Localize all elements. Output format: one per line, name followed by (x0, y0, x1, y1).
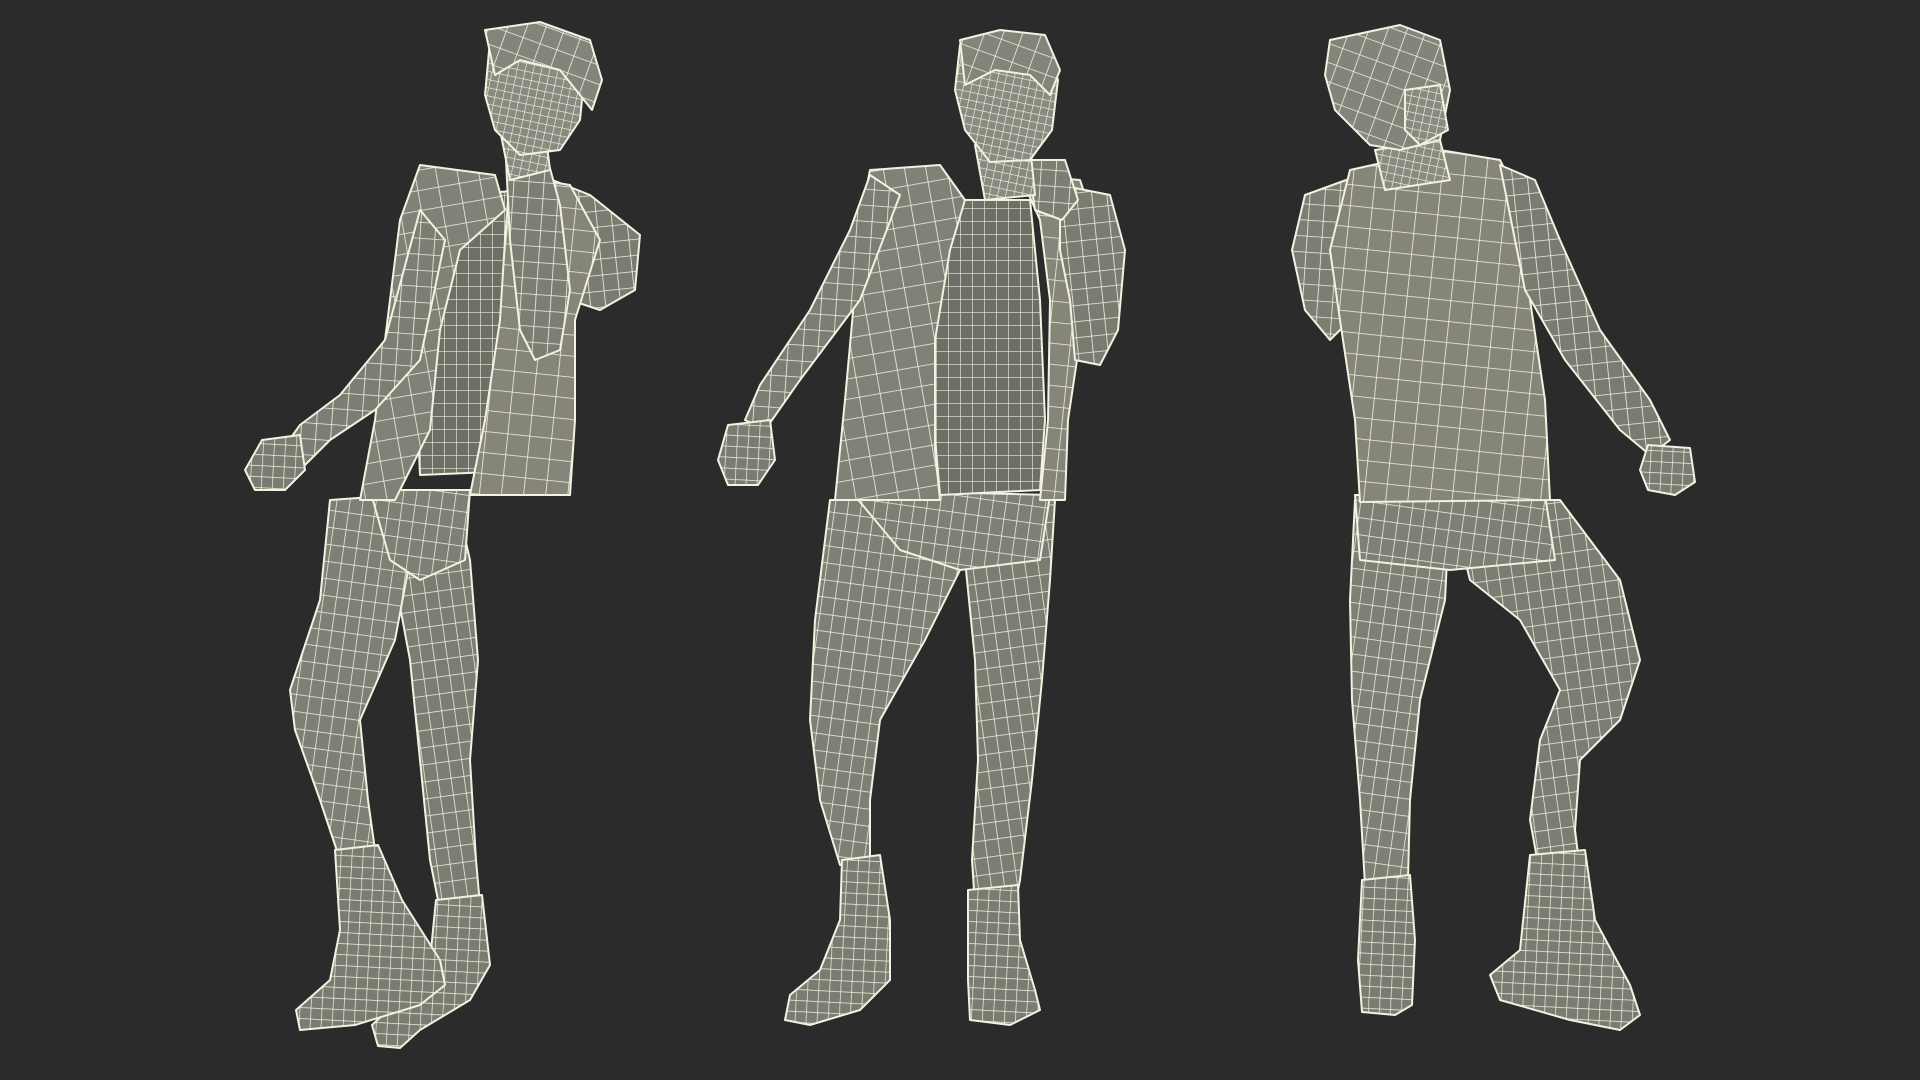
figure-front-view (717, 29, 1126, 1026)
figure-three-quarter-view (244, 21, 641, 1049)
figure3-left-boot (1357, 874, 1416, 1016)
figure1-left-boot (295, 844, 446, 1031)
wireframe-render-viewport (0, 0, 1920, 1080)
figure2-right-boot (967, 884, 1041, 1026)
figure3-pelvis (1354, 494, 1556, 571)
figure1-fist (244, 434, 306, 491)
wireframe-render (244, 21, 1696, 1049)
figure-back-view (1291, 24, 1696, 1031)
figure3-right-boot (1489, 849, 1641, 1031)
figure2-fist (717, 419, 776, 486)
figure2-left-boot (784, 854, 891, 1026)
figure3-fist (1639, 444, 1696, 496)
